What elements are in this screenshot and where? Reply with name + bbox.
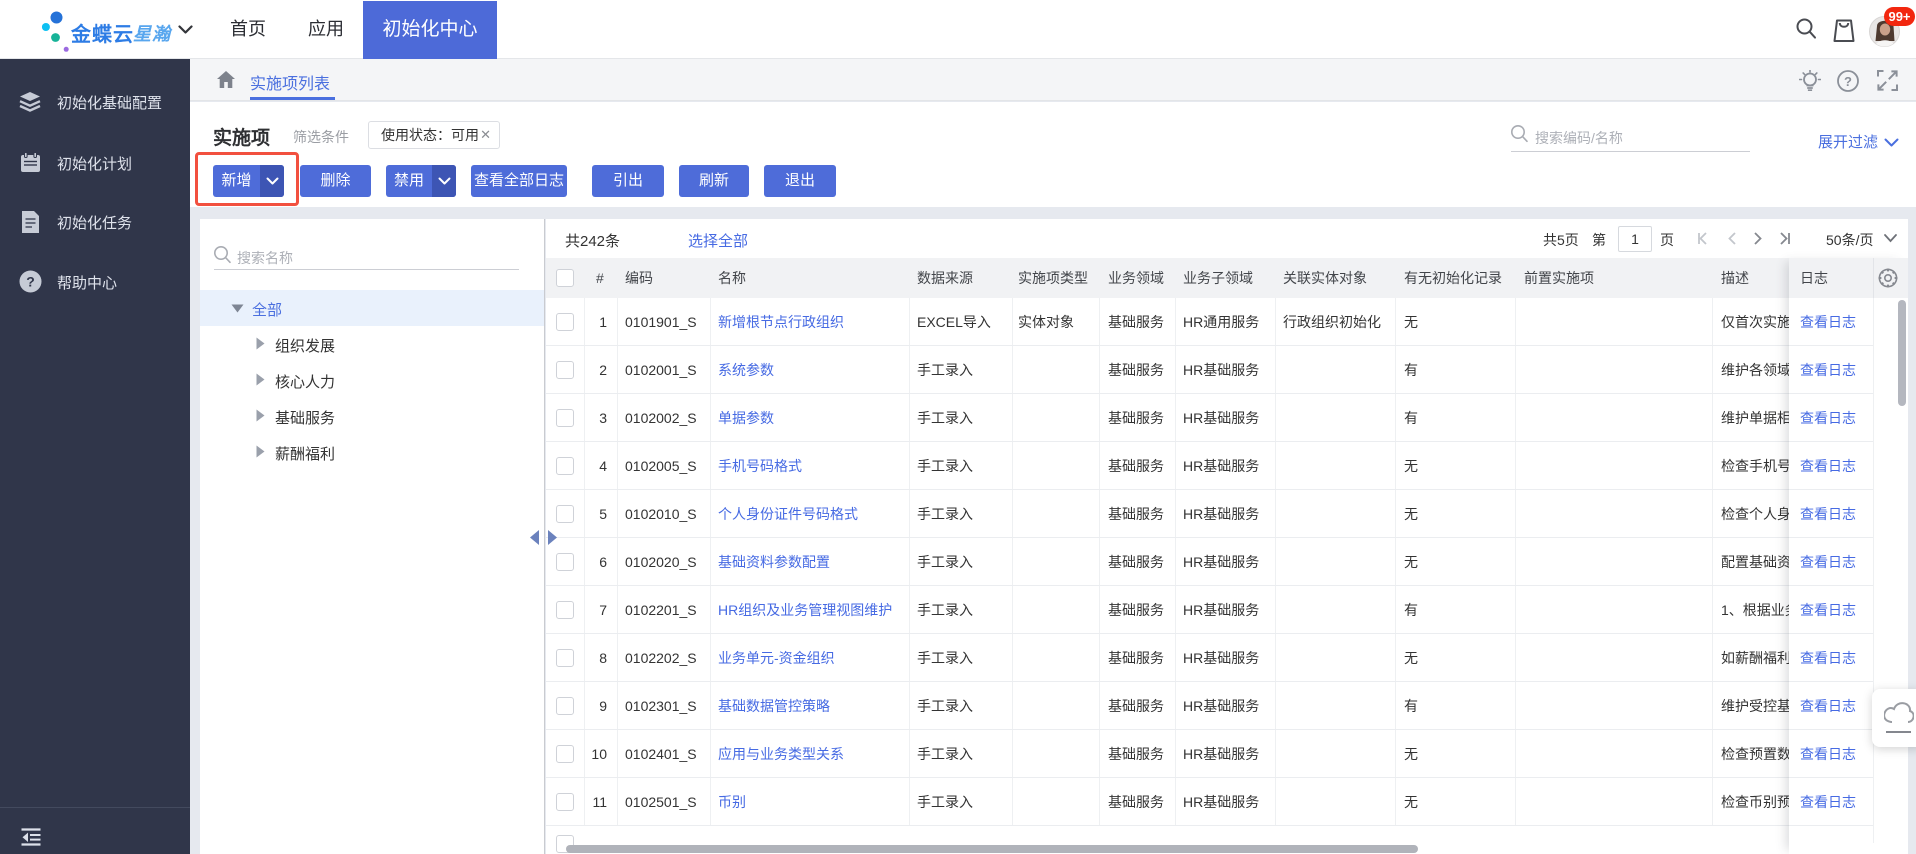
- svg-text:?: ?: [1844, 74, 1852, 89]
- svg-text:?: ?: [26, 274, 35, 290]
